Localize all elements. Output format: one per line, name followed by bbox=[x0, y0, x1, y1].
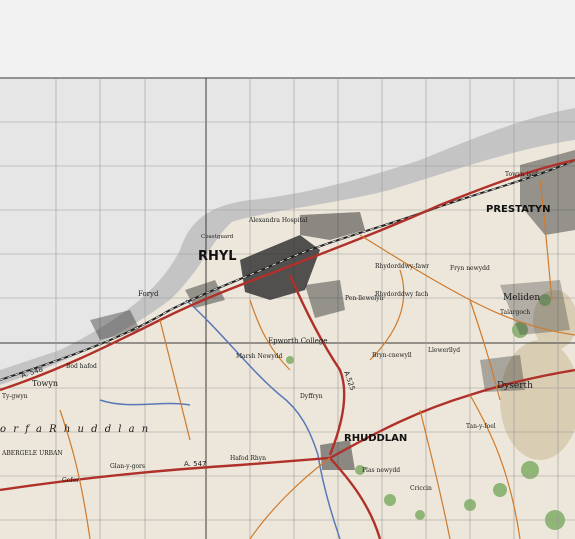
label-alexandra-hospital: Alexandra Hospital bbox=[248, 217, 307, 224]
label-meliden: Meliden bbox=[503, 293, 540, 303]
label-bryn-cnewyll: Bryn-cnewyll bbox=[372, 352, 412, 359]
label-fryn-newydd: Fryn newydd bbox=[450, 265, 490, 272]
label-towyn: Towyn bbox=[32, 379, 58, 388]
label-ty-gwyn: Ty-gwyn bbox=[2, 393, 28, 400]
label-gofer: Gofer bbox=[62, 477, 79, 484]
label-prestatyn: PRESTATYN bbox=[486, 204, 551, 215]
label-crescent: Criccin bbox=[410, 485, 432, 492]
label-abergele-urban: ABERGELE URBAN bbox=[1, 450, 63, 457]
label-dyserth: Dyserth bbox=[497, 381, 533, 391]
label-pen-llewelyn: Pen-llewelyn bbox=[345, 295, 384, 302]
label-rhydorddwy-fawr: Rhydorddwy-fawr bbox=[375, 263, 429, 270]
label-llewerllyd: Llewerllyd bbox=[428, 347, 460, 354]
label-rhyl: RHYL bbox=[198, 249, 237, 264]
label-tan-y-foel: Tan-y-foel bbox=[466, 423, 496, 430]
label-bod-hafod: Bod hafod bbox=[66, 363, 97, 370]
label-talargoch: Talargoch bbox=[500, 309, 530, 316]
label-hafod-rhyn: Hafod Rhyn bbox=[230, 455, 266, 462]
map-canvas: RHYL PRESTATYN RHUDDLAN Meliden Dyserth … bbox=[0, 0, 575, 539]
label-plas-newydd: Plas newydd bbox=[362, 467, 400, 474]
label-morfa-rhuddlan: o r f a R h u d d l a n bbox=[0, 424, 150, 435]
label-towyn-isaf: Towyn isaf bbox=[505, 171, 538, 178]
label-glan-y-gors: Glan-y-gors bbox=[110, 463, 145, 470]
label-foryd: Foryd bbox=[138, 290, 159, 298]
os-map-rhyl-prestatyn[interactable]: RHYL PRESTATYN RHUDDLAN Meliden Dyserth … bbox=[0, 0, 575, 539]
label-dyffryn: Dyffryn bbox=[300, 393, 323, 400]
label-a547: A. 547 bbox=[184, 460, 206, 468]
label-coastguard: Coastguard bbox=[201, 234, 234, 240]
label-rhuddlan: RHUDDLAN bbox=[344, 433, 407, 444]
label-epworth-college: Epworth College bbox=[268, 337, 328, 345]
label-marsh-newydd: Marsh Newydd bbox=[236, 353, 283, 360]
